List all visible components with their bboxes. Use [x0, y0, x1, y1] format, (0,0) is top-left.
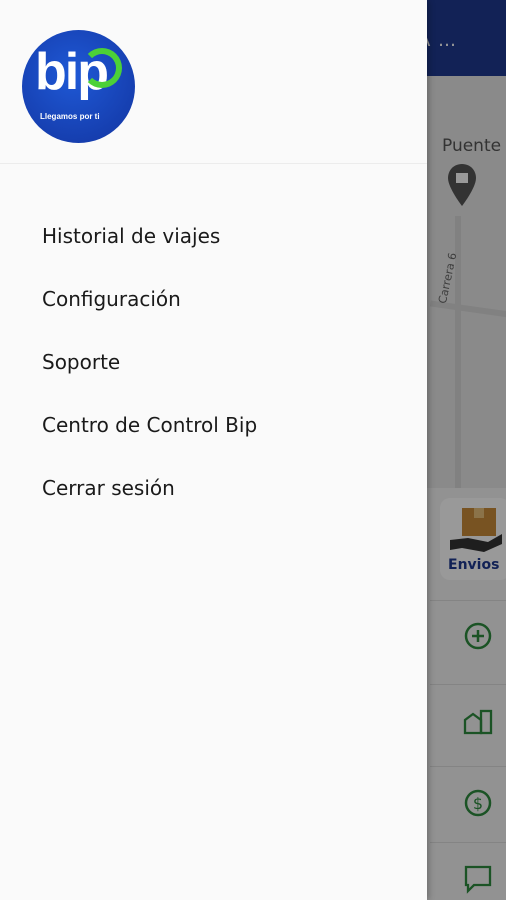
drawer-menu: Historial de viajes Configuración Soport…: [0, 205, 427, 520]
menu-item-support[interactable]: Soporte: [0, 331, 427, 394]
logo-slogan: Llegamos por ti: [40, 112, 100, 121]
menu-item-logout[interactable]: Cerrar sesión: [0, 457, 427, 520]
navigation-drawer: bip Llegamos por ti Historial de viajes …: [0, 0, 427, 900]
bip-logo: bip Llegamos por ti: [22, 30, 135, 143]
menu-item-trip-history[interactable]: Historial de viajes: [0, 205, 427, 268]
menu-item-settings[interactable]: Configuración: [0, 268, 427, 331]
menu-item-control-center[interactable]: Centro de Control Bip: [0, 394, 427, 457]
logo-ring-icon: [82, 48, 122, 88]
drawer-header: bip Llegamos por ti: [0, 0, 427, 164]
